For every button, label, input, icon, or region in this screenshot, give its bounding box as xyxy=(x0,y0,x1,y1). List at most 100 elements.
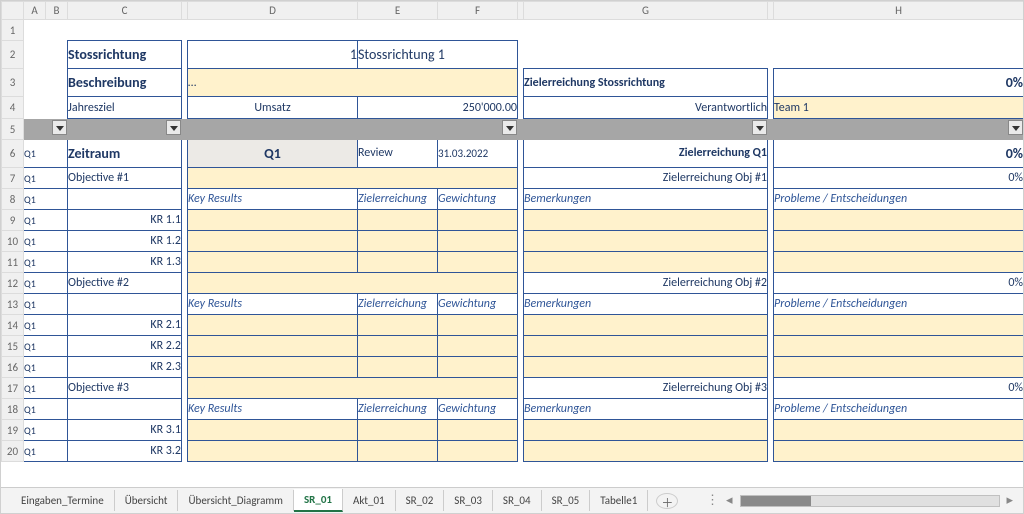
kr-input[interactable] xyxy=(524,357,768,378)
scrollbar-thumb[interactable] xyxy=(741,496,811,506)
tab-nav-right-icon[interactable]: ▸ xyxy=(1006,493,1015,508)
row-9[interactable]: 9 xyxy=(2,210,24,231)
q-col[interactable]: Q1 xyxy=(24,357,68,378)
beschreibung-val[interactable]: … xyxy=(188,69,518,97)
blank-cell[interactable] xyxy=(68,399,182,420)
q-col[interactable]: Q1 xyxy=(24,378,68,399)
kr-label[interactable]: KR 3.1 xyxy=(68,420,182,441)
kr-input[interactable] xyxy=(524,252,768,273)
kr-input[interactable] xyxy=(774,210,1024,231)
ziel-q-val[interactable]: 0% xyxy=(774,140,1024,168)
kr-input[interactable] xyxy=(524,441,768,462)
q-col[interactable]: Q1 xyxy=(24,315,68,336)
kr-input[interactable] xyxy=(188,315,358,336)
tab-sr04[interactable]: SR_04 xyxy=(493,490,542,511)
col-B[interactable]: B xyxy=(46,2,68,20)
row-14[interactable]: 14 xyxy=(2,315,24,336)
tab-sr03[interactable]: SR_03 xyxy=(444,490,493,511)
tab-uebersicht-diagramm[interactable]: Übersicht_Diagramm xyxy=(178,490,293,511)
kr-input[interactable] xyxy=(358,441,438,462)
kr-input[interactable] xyxy=(358,252,438,273)
zeitraum-label[interactable]: Zeitraum xyxy=(68,140,182,168)
tab-uebersicht[interactable]: Übersicht xyxy=(115,490,179,511)
q-col[interactable]: Q1 xyxy=(24,140,68,168)
kr-input[interactable] xyxy=(774,441,1024,462)
review-label[interactable]: Review xyxy=(358,140,438,168)
kr-input[interactable] xyxy=(524,210,768,231)
column-header-row[interactable]: A B C D E F G H xyxy=(2,2,1024,20)
row-6[interactable]: 6 xyxy=(2,140,24,168)
tab-akt01[interactable]: Akt_01 xyxy=(343,490,396,511)
row-20[interactable]: 20 xyxy=(2,441,24,462)
q-col[interactable]: Q1 xyxy=(24,210,68,231)
kr-input[interactable] xyxy=(524,231,768,252)
objective-input[interactable] xyxy=(188,378,518,399)
objective-title[interactable]: Objective #3 xyxy=(68,378,182,399)
objective-input[interactable] xyxy=(188,273,518,294)
kr-input[interactable] xyxy=(438,441,518,462)
kr-input[interactable] xyxy=(438,252,518,273)
kr-label[interactable]: KR 2.3 xyxy=(68,357,182,378)
objective-ziel-val[interactable]: 0% xyxy=(774,378,1024,399)
row-11[interactable]: 11 xyxy=(2,252,24,273)
kr-input[interactable] xyxy=(438,357,518,378)
kr-input[interactable] xyxy=(188,252,358,273)
stossrichtung-label[interactable]: Stossrichtung xyxy=(68,41,182,69)
beschreibung-label[interactable]: Beschreibung xyxy=(68,69,182,97)
kr-input[interactable] xyxy=(774,252,1024,273)
row-18[interactable]: 18 xyxy=(2,399,24,420)
horizontal-scrollbar[interactable] xyxy=(740,495,1000,507)
tab-sr05[interactable]: SR_05 xyxy=(542,490,591,511)
q-col[interactable]: Q1 xyxy=(24,399,68,420)
filter-icon[interactable] xyxy=(1008,120,1023,135)
objective-title[interactable]: Objective #1 xyxy=(68,168,182,189)
filter-icon[interactable] xyxy=(52,120,67,135)
col-G[interactable]: G xyxy=(524,2,768,20)
kr-input[interactable] xyxy=(774,315,1024,336)
row-10[interactable]: 10 xyxy=(2,231,24,252)
kr-input[interactable] xyxy=(358,231,438,252)
row-3[interactable]: 3 xyxy=(2,69,24,97)
kr-input[interactable] xyxy=(358,315,438,336)
kr-input[interactable] xyxy=(774,357,1024,378)
objective-input[interactable] xyxy=(188,168,518,189)
objective-ziel-label[interactable]: Zielerreichung Obj #1 xyxy=(524,168,768,189)
q-col[interactable]: Q1 xyxy=(24,441,68,462)
tab-sr02[interactable]: SR_02 xyxy=(396,490,445,511)
blank-cell[interactable] xyxy=(68,294,182,315)
row-7[interactable]: 7 xyxy=(2,168,24,189)
kr-input[interactable] xyxy=(774,336,1024,357)
kr-input[interactable] xyxy=(774,231,1024,252)
tab-sr01[interactable]: SR_01 xyxy=(294,489,343,512)
row-2[interactable]: 2 xyxy=(2,41,24,69)
tab-nav-dots-icon[interactable]: ⋮ ◂ xyxy=(706,493,734,508)
quarter-val[interactable]: Q1 xyxy=(188,140,358,168)
stossrichtung-name[interactable]: Stossrichtung 1 xyxy=(358,41,518,69)
objective-title[interactable]: Objective #2 xyxy=(68,273,182,294)
kr-input[interactable] xyxy=(438,336,518,357)
kr-input[interactable] xyxy=(524,336,768,357)
grid-area[interactable]: A B C D E F G H 1 2 Stossrichtung xyxy=(1,1,1023,487)
kr-input[interactable] xyxy=(188,336,358,357)
row-12[interactable]: 12 xyxy=(2,273,24,294)
add-sheet-button[interactable]: ＋ xyxy=(656,493,678,509)
row-8[interactable]: 8 xyxy=(2,189,24,210)
q-col[interactable]: Q1 xyxy=(24,252,68,273)
kr-input[interactable] xyxy=(774,420,1024,441)
col-A[interactable]: A xyxy=(24,2,46,20)
filter-icon[interactable] xyxy=(166,120,181,135)
blank-cell[interactable] xyxy=(68,189,182,210)
kr-input[interactable] xyxy=(358,357,438,378)
tab-tabelle1[interactable]: Tabelle1 xyxy=(590,490,648,511)
kr-input[interactable] xyxy=(438,420,518,441)
q-col[interactable]: Q1 xyxy=(24,294,68,315)
col-H[interactable]: H xyxy=(774,2,1024,20)
filter-icon[interactable] xyxy=(502,120,517,135)
kr-input[interactable] xyxy=(524,420,768,441)
row-1[interactable]: 1 xyxy=(2,20,24,41)
col-F[interactable]: F xyxy=(438,2,518,20)
row-17[interactable]: 17 xyxy=(2,378,24,399)
kr-label[interactable]: KR 2.1 xyxy=(68,315,182,336)
kr-label[interactable]: KR 1.2 xyxy=(68,231,182,252)
sheet-table[interactable]: A B C D E F G H 1 2 Stossrichtung xyxy=(1,1,1023,462)
